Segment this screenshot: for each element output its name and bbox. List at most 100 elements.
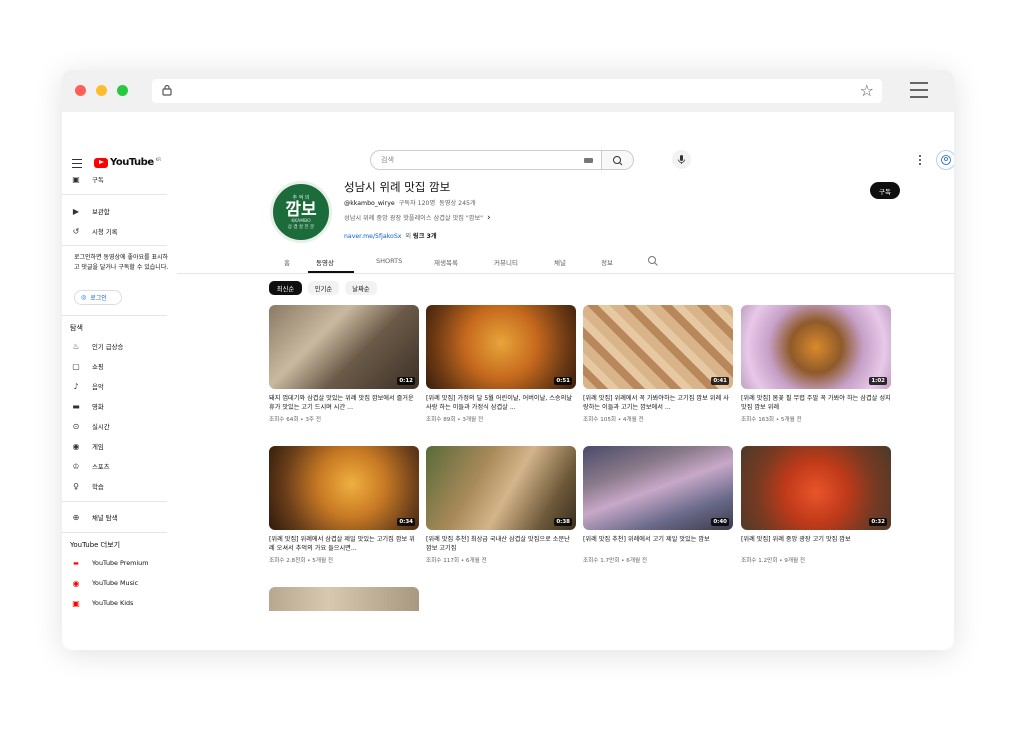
chip-oldest[interactable]: 날짜순 bbox=[345, 281, 377, 295]
sign-in-button[interactable] bbox=[936, 150, 954, 170]
video-card[interactable]: 0:12 돼지 껍데기와 삼겹살 맛있는 위례 맛집 깜보에서 즐거운 휴가 맛… bbox=[269, 305, 419, 423]
video-thumbnail[interactable] bbox=[269, 587, 419, 611]
chip-popular[interactable]: 인기순 bbox=[308, 281, 339, 295]
video-meta: 조회수 105회 • 4개월 전 bbox=[583, 417, 644, 423]
youtube-play-icon bbox=[94, 157, 108, 168]
clapperboard-icon: ▬ bbox=[72, 401, 80, 411]
search-button[interactable] bbox=[602, 150, 634, 170]
chip-latest[interactable]: 최신순 bbox=[269, 281, 302, 295]
add-circle-icon: ⊕ bbox=[72, 512, 80, 522]
youtube-logo[interactable]: YouTube KR bbox=[94, 157, 161, 168]
trophy-icon: ♔ bbox=[72, 461, 80, 471]
video-meta: 조회수 89회 • 3개월 전 bbox=[426, 417, 484, 423]
sidebar-item-history[interactable]: ↺ 시청 기록 bbox=[70, 223, 118, 239]
history-icon: ↺ bbox=[72, 226, 80, 236]
tab-community[interactable]: 커뮤니티 bbox=[494, 257, 518, 267]
sidebar-item-youtube-premium[interactable]: ▬ YouTube Premium bbox=[70, 555, 148, 571]
sidebar-login-button[interactable]: ◎ 로그인 bbox=[74, 290, 122, 305]
video-duration: 1:02 bbox=[869, 377, 887, 385]
video-thumbnail[interactable]: 0:12 bbox=[269, 305, 419, 389]
minimize-window-button[interactable] bbox=[96, 85, 107, 96]
sidebar-item-learning[interactable]: ♀ 학습 bbox=[70, 478, 104, 494]
video-title[interactable]: [위례 맛집] 봄꽃 필 무렵 주말 꼭 가봐야 하는 삼겹살 성지 맛집 깜보… bbox=[741, 394, 891, 412]
sidebar-item-live[interactable]: ⊙ 실시간 bbox=[70, 418, 110, 434]
more-links[interactable]: 링크 3개 bbox=[413, 233, 437, 240]
sidebar-item-gaming[interactable]: ◉ 게임 bbox=[70, 438, 104, 454]
channel-search-icon[interactable] bbox=[647, 255, 659, 267]
video-card[interactable]: 0:51 [위례 맛집] 가정의 달 5월 어린이날, 어버이날, 스승의날 사… bbox=[426, 305, 576, 423]
tab-playlists[interactable]: 재생목록 bbox=[434, 257, 458, 267]
chevron-right-icon: › bbox=[486, 213, 491, 223]
video-card[interactable]: 0:41 [위례 맛집] 위례에서 꼭 가봐야하는 고기집 깜보 위례 사랑하는… bbox=[583, 305, 733, 423]
settings-more-icon[interactable] bbox=[919, 155, 922, 167]
account-icon: ◎ bbox=[81, 294, 87, 301]
channel-handle: @kkambo_wirye bbox=[344, 200, 395, 207]
trending-icon: ♨ bbox=[72, 341, 80, 351]
video-meta: 조회수 1.2만회 • 9개월 전 bbox=[741, 558, 806, 564]
channel-links[interactable]: naver.me/5fjakoSx 외 링크 3개 bbox=[344, 231, 437, 240]
video-title[interactable]: [위례 맛집 추천] 최상급 국내산 삼겹살 맛집으로 소문난 깜보 고기집 bbox=[426, 535, 576, 553]
browser-toolbar: ☆ bbox=[62, 70, 954, 112]
search-bar: 검색 bbox=[370, 150, 634, 170]
video-count: 동영상 245개 bbox=[439, 200, 476, 207]
video-meta: 조회수 163회 • 5개월 전 bbox=[741, 417, 802, 423]
library-icon: ▶ bbox=[72, 206, 80, 216]
sidebar-item-music[interactable]: ♪ 음악 bbox=[70, 378, 103, 394]
video-thumbnail[interactable]: 1:02 bbox=[741, 305, 891, 389]
video-thumbnail[interactable]: 0:51 bbox=[426, 305, 576, 389]
video-title[interactable]: 돼지 껍데기와 삼겹살 맛있는 위례 맛집 깜보에서 즐거운 휴가 맛있는 고기… bbox=[269, 394, 419, 412]
shopping-bag-icon: ▢ bbox=[72, 361, 80, 371]
video-card[interactable]: 0:34 [위례 맛집] 위례에서 삼겹살 제일 맛있는 고기집 깜보 위례 오… bbox=[269, 446, 419, 564]
video-thumbnail[interactable]: 0:32 bbox=[741, 446, 891, 530]
video-duration: 0:41 bbox=[711, 377, 729, 385]
close-window-button[interactable] bbox=[75, 85, 86, 96]
gamepad-icon: ◉ bbox=[72, 441, 80, 451]
video-duration: 0:32 bbox=[869, 518, 887, 526]
subscribe-button[interactable]: 구독 bbox=[870, 182, 900, 199]
channel-description[interactable]: 성남시 위례 중앙 광장 핫플레이스 삼겹살 맛집 "깜보" › bbox=[344, 213, 491, 223]
tab-videos[interactable]: 동영상 bbox=[316, 257, 334, 267]
bookmark-star-icon[interactable]: ☆ bbox=[860, 82, 874, 100]
browser-menu-icon[interactable] bbox=[910, 82, 928, 98]
channel-link-url[interactable]: naver.me/5fjakoSx bbox=[344, 233, 401, 240]
video-title[interactable]: [위례 맛집] 위례에서 꼭 가봐야하는 고기집 깜보 위례 사랑하는 이들과 … bbox=[583, 394, 733, 412]
sidebar-divider bbox=[62, 532, 167, 533]
video-thumbnail[interactable]: 0:40 bbox=[583, 446, 733, 530]
video-meta: 조회수 2.8천회 • 5개월 전 bbox=[269, 558, 334, 564]
video-title[interactable]: [위례 맛집 추천] 위례에서 고기 제일 맛있는 깜보 bbox=[583, 535, 733, 553]
explore-heading: 탐색 bbox=[70, 324, 83, 332]
channel-avatar: 추 억 의 깜보 KKAMBO 삼 겹 살 전 문 bbox=[270, 181, 332, 243]
hamburger-menu-icon[interactable] bbox=[72, 159, 82, 168]
video-thumbnail[interactable]: 0:34 bbox=[269, 446, 419, 530]
sidebar-item-subscriptions[interactable]: ▣ 구독 bbox=[70, 171, 104, 187]
youtube-page: YouTube KR 검색 ▣ 구독 ▶ 보관함 ↺ 시청 기록 로그인하면 동… bbox=[62, 112, 954, 650]
tab-shorts[interactable]: SHORTS bbox=[376, 257, 402, 265]
keyboard-icon[interactable] bbox=[584, 158, 593, 163]
sidebar-item-youtube-music[interactable]: ◉ YouTube Music bbox=[70, 575, 139, 591]
search-input[interactable]: 검색 bbox=[370, 150, 602, 170]
video-title[interactable]: [위례 맛집] 위례에서 삼겹살 제일 맛있는 고기집 깜보 위례 오셔서 추억… bbox=[269, 535, 419, 553]
tab-about[interactable]: 정보 bbox=[601, 257, 613, 267]
maximize-window-button[interactable] bbox=[117, 85, 128, 96]
sidebar-item-sports[interactable]: ♔ 스포츠 bbox=[70, 458, 109, 474]
video-title[interactable]: [위례 맛집] 가정의 달 5월 어린이날, 어버이날, 스승의날 사랑 하는 … bbox=[426, 394, 576, 412]
video-duration: 0:12 bbox=[397, 377, 415, 385]
video-card[interactable]: 0:32 [위례 맛집] 위례 중앙 광장 고기 맛집 깜보 조회수 1.2만회… bbox=[741, 446, 891, 564]
tab-channels[interactable]: 채널 bbox=[554, 257, 566, 267]
sidebar-item-shopping[interactable]: ▢ 쇼핑 bbox=[70, 358, 104, 374]
tab-home[interactable]: 홈 bbox=[284, 257, 290, 267]
video-card[interactable]: 1:02 [위례 맛집] 봄꽃 필 무렵 주말 꼭 가봐야 하는 삼겹살 성지 … bbox=[741, 305, 891, 423]
sidebar-item-movies[interactable]: ▬ 영화 bbox=[70, 398, 104, 414]
sidebar-item-browse-channels[interactable]: ⊕ 채널 탐색 bbox=[70, 509, 118, 525]
video-thumbnail[interactable]: 0:41 bbox=[583, 305, 733, 389]
sidebar-item-youtube-kids[interactable]: ▣ YouTube Kids bbox=[70, 595, 133, 611]
address-bar[interactable]: ☆ bbox=[152, 79, 882, 103]
voice-search-button[interactable] bbox=[672, 150, 691, 169]
video-thumbnail[interactable]: 0:38 bbox=[426, 446, 576, 530]
video-title[interactable]: [위례 맛집] 위례 중앙 광장 고기 맛집 깜보 bbox=[741, 535, 891, 553]
sidebar-item-trending[interactable]: ♨ 인기 급상승 bbox=[70, 338, 123, 354]
video-card[interactable]: 0:40 [위례 맛집 추천] 위례에서 고기 제일 맛있는 깜보 조회수 1.… bbox=[583, 446, 733, 564]
video-card[interactable] bbox=[269, 587, 419, 611]
video-card[interactable]: 0:38 [위례 맛집 추천] 최상급 국내산 삼겹살 맛집으로 소문난 깜보 … bbox=[426, 446, 576, 564]
sidebar-item-library[interactable]: ▶ 보관함 bbox=[70, 203, 110, 219]
